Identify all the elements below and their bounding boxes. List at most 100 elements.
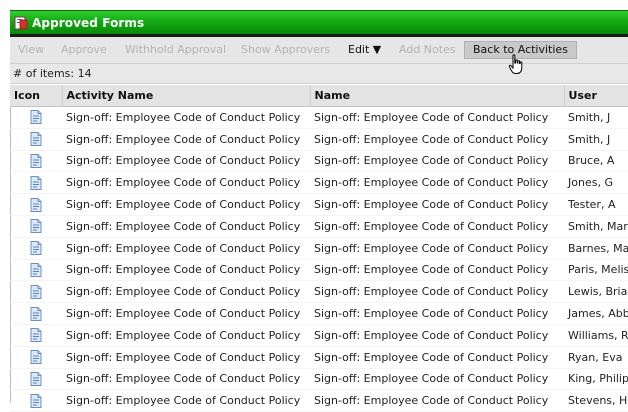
row-name: Sign-off: Employee Code of Conduct Polic… bbox=[310, 259, 564, 282]
column-header-user[interactable]: User bbox=[564, 85, 628, 107]
row-name: Sign-off: Employee Code of Conduct Polic… bbox=[310, 193, 564, 216]
show-approvers-button[interactable]: Show Approvers bbox=[241, 43, 330, 57]
row-name: Sign-off: Employee Code of Conduct Polic… bbox=[310, 150, 564, 173]
document-icon bbox=[30, 175, 42, 190]
document-icon bbox=[30, 262, 42, 277]
row-icon-cell bbox=[10, 193, 62, 216]
table-row[interactable]: Sign-off: Employee Code of Conduct Polic… bbox=[10, 106, 628, 129]
row-activity-name: Sign-off: Employee Code of Conduct Polic… bbox=[62, 280, 310, 304]
approve-button[interactable]: Approve bbox=[61, 43, 107, 57]
column-header-activity-name[interactable]: Activity Name bbox=[62, 85, 311, 107]
row-name: Sign-off: Employee Code of Conduct Polic… bbox=[310, 171, 564, 195]
row-icon-cell bbox=[10, 215, 62, 238]
row-icon-cell bbox=[10, 324, 62, 347]
document-icon bbox=[30, 219, 42, 234]
table-row[interactable]: Sign-off: Employee Code of Conduct Polic… bbox=[10, 128, 628, 151]
document-icon bbox=[30, 306, 42, 321]
row-activity-name: Sign-off: Employee Code of Conduct Polic… bbox=[62, 128, 310, 151]
row-name: Sign-off: Employee Code of Conduct Polic… bbox=[310, 128, 564, 151]
row-user: King, Philip bbox=[564, 368, 628, 391]
table-row[interactable]: Sign-off: Employee Code of Conduct Polic… bbox=[10, 215, 628, 238]
row-activity-name: Sign-off: Employee Code of Conduct Polic… bbox=[62, 150, 310, 173]
row-activity-name: Sign-off: Employee Code of Conduct Polic… bbox=[62, 324, 310, 347]
edit-menu-button[interactable]: Edit ▼ bbox=[348, 43, 381, 57]
table-row[interactable]: Sign-off: Employee Code of Conduct Polic… bbox=[10, 389, 628, 412]
row-user: Williams, R bbox=[564, 324, 628, 347]
row-user: Barnes, Ma bbox=[564, 237, 628, 260]
window-titlebar: Approved Forms bbox=[10, 10, 628, 34]
toolbar: View Approve Withhold Approval Show Appr… bbox=[10, 37, 628, 64]
row-name: Sign-off: Employee Code of Conduct Polic… bbox=[310, 368, 564, 391]
table-row[interactable]: Sign-off: Employee Code of Conduct Polic… bbox=[10, 324, 628, 347]
table-row[interactable]: Sign-off: Employee Code of Conduct Polic… bbox=[10, 150, 628, 173]
document-icon bbox=[30, 371, 42, 386]
row-icon-cell bbox=[10, 128, 62, 151]
row-name: Sign-off: Employee Code of Conduct Polic… bbox=[310, 324, 564, 347]
row-icon-cell bbox=[10, 237, 62, 260]
row-user: Bruce, A bbox=[564, 150, 628, 173]
document-icon bbox=[30, 393, 42, 408]
hand-pointer-icon bbox=[508, 54, 523, 74]
document-icon bbox=[30, 110, 42, 125]
item-count-bar: # of items: 14 bbox=[10, 64, 628, 84]
row-icon-cell bbox=[10, 150, 62, 173]
row-user: Tester, A bbox=[564, 193, 628, 216]
row-user: Jones, G bbox=[564, 171, 628, 195]
table-row[interactable]: Sign-off: Employee Code of Conduct Polic… bbox=[10, 237, 628, 260]
table-row[interactable]: Sign-off: Employee Code of Conduct Polic… bbox=[10, 259, 628, 282]
forms-icon bbox=[14, 16, 28, 30]
document-icon bbox=[30, 132, 42, 147]
table-header-row: Icon Activity Name Name User bbox=[10, 85, 628, 107]
document-icon bbox=[30, 241, 42, 256]
table-row[interactable]: Sign-off: Employee Code of Conduct Polic… bbox=[10, 193, 628, 216]
table-row[interactable]: Sign-off: Employee Code of Conduct Polic… bbox=[10, 302, 628, 325]
row-user: James, Abb bbox=[564, 302, 628, 325]
document-icon bbox=[30, 153, 42, 168]
row-icon-cell bbox=[10, 368, 62, 391]
row-user: Ryan, Eva bbox=[564, 346, 628, 369]
document-icon bbox=[30, 350, 42, 365]
row-activity-name: Sign-off: Employee Code of Conduct Polic… bbox=[62, 237, 310, 260]
approved-forms-table: Icon Activity Name Name User Sign-off: E… bbox=[10, 85, 628, 412]
row-activity-name: Sign-off: Employee Code of Conduct Polic… bbox=[62, 193, 310, 216]
row-activity-name: Sign-off: Employee Code of Conduct Polic… bbox=[62, 368, 310, 391]
add-notes-button[interactable]: Add Notes bbox=[399, 43, 456, 57]
item-count: # of items: 14 bbox=[13, 67, 92, 80]
row-activity-name: Sign-off: Employee Code of Conduct Polic… bbox=[62, 171, 310, 195]
table-row[interactable]: Sign-off: Employee Code of Conduct Polic… bbox=[10, 346, 628, 369]
row-user: Stevens, H bbox=[564, 389, 628, 412]
row-user: Paris, Melis bbox=[564, 259, 628, 282]
row-name: Sign-off: Employee Code of Conduct Polic… bbox=[310, 389, 564, 412]
row-name: Sign-off: Employee Code of Conduct Polic… bbox=[310, 106, 564, 129]
row-icon-cell bbox=[10, 346, 62, 369]
window-title: Approved Forms bbox=[32, 15, 145, 30]
row-activity-name: Sign-off: Employee Code of Conduct Polic… bbox=[62, 259, 310, 282]
row-name: Sign-off: Employee Code of Conduct Polic… bbox=[310, 302, 564, 325]
row-user: Smith, J bbox=[564, 128, 628, 151]
row-icon-cell bbox=[10, 106, 62, 129]
row-activity-name: Sign-off: Employee Code of Conduct Polic… bbox=[62, 106, 310, 129]
row-name: Sign-off: Employee Code of Conduct Polic… bbox=[310, 237, 564, 260]
view-button[interactable]: View bbox=[18, 43, 44, 57]
row-icon-cell bbox=[10, 171, 62, 195]
withhold-approval-button[interactable]: Withhold Approval bbox=[125, 43, 226, 57]
row-icon-cell bbox=[10, 280, 62, 304]
row-name: Sign-off: Employee Code of Conduct Polic… bbox=[310, 280, 564, 304]
row-activity-name: Sign-off: Employee Code of Conduct Polic… bbox=[62, 215, 310, 238]
document-icon bbox=[30, 284, 42, 299]
table-row[interactable]: Sign-off: Employee Code of Conduct Polic… bbox=[10, 368, 628, 391]
column-header-name[interactable]: Name bbox=[310, 85, 565, 107]
row-activity-name: Sign-off: Employee Code of Conduct Polic… bbox=[62, 389, 310, 412]
row-name: Sign-off: Employee Code of Conduct Polic… bbox=[310, 346, 564, 369]
document-icon bbox=[30, 328, 42, 343]
row-icon-cell bbox=[10, 259, 62, 282]
row-user: Smith, J bbox=[564, 106, 628, 129]
row-activity-name: Sign-off: Employee Code of Conduct Polic… bbox=[62, 302, 310, 325]
table-row[interactable]: Sign-off: Employee Code of Conduct Polic… bbox=[10, 280, 628, 304]
table-row[interactable]: Sign-off: Employee Code of Conduct Polic… bbox=[10, 171, 628, 195]
column-header-icon[interactable]: Icon bbox=[10, 85, 63, 107]
row-icon-cell bbox=[10, 302, 62, 325]
row-user: Smith, Mar bbox=[564, 215, 628, 238]
row-name: Sign-off: Employee Code of Conduct Polic… bbox=[310, 215, 564, 238]
row-icon-cell bbox=[10, 389, 62, 412]
